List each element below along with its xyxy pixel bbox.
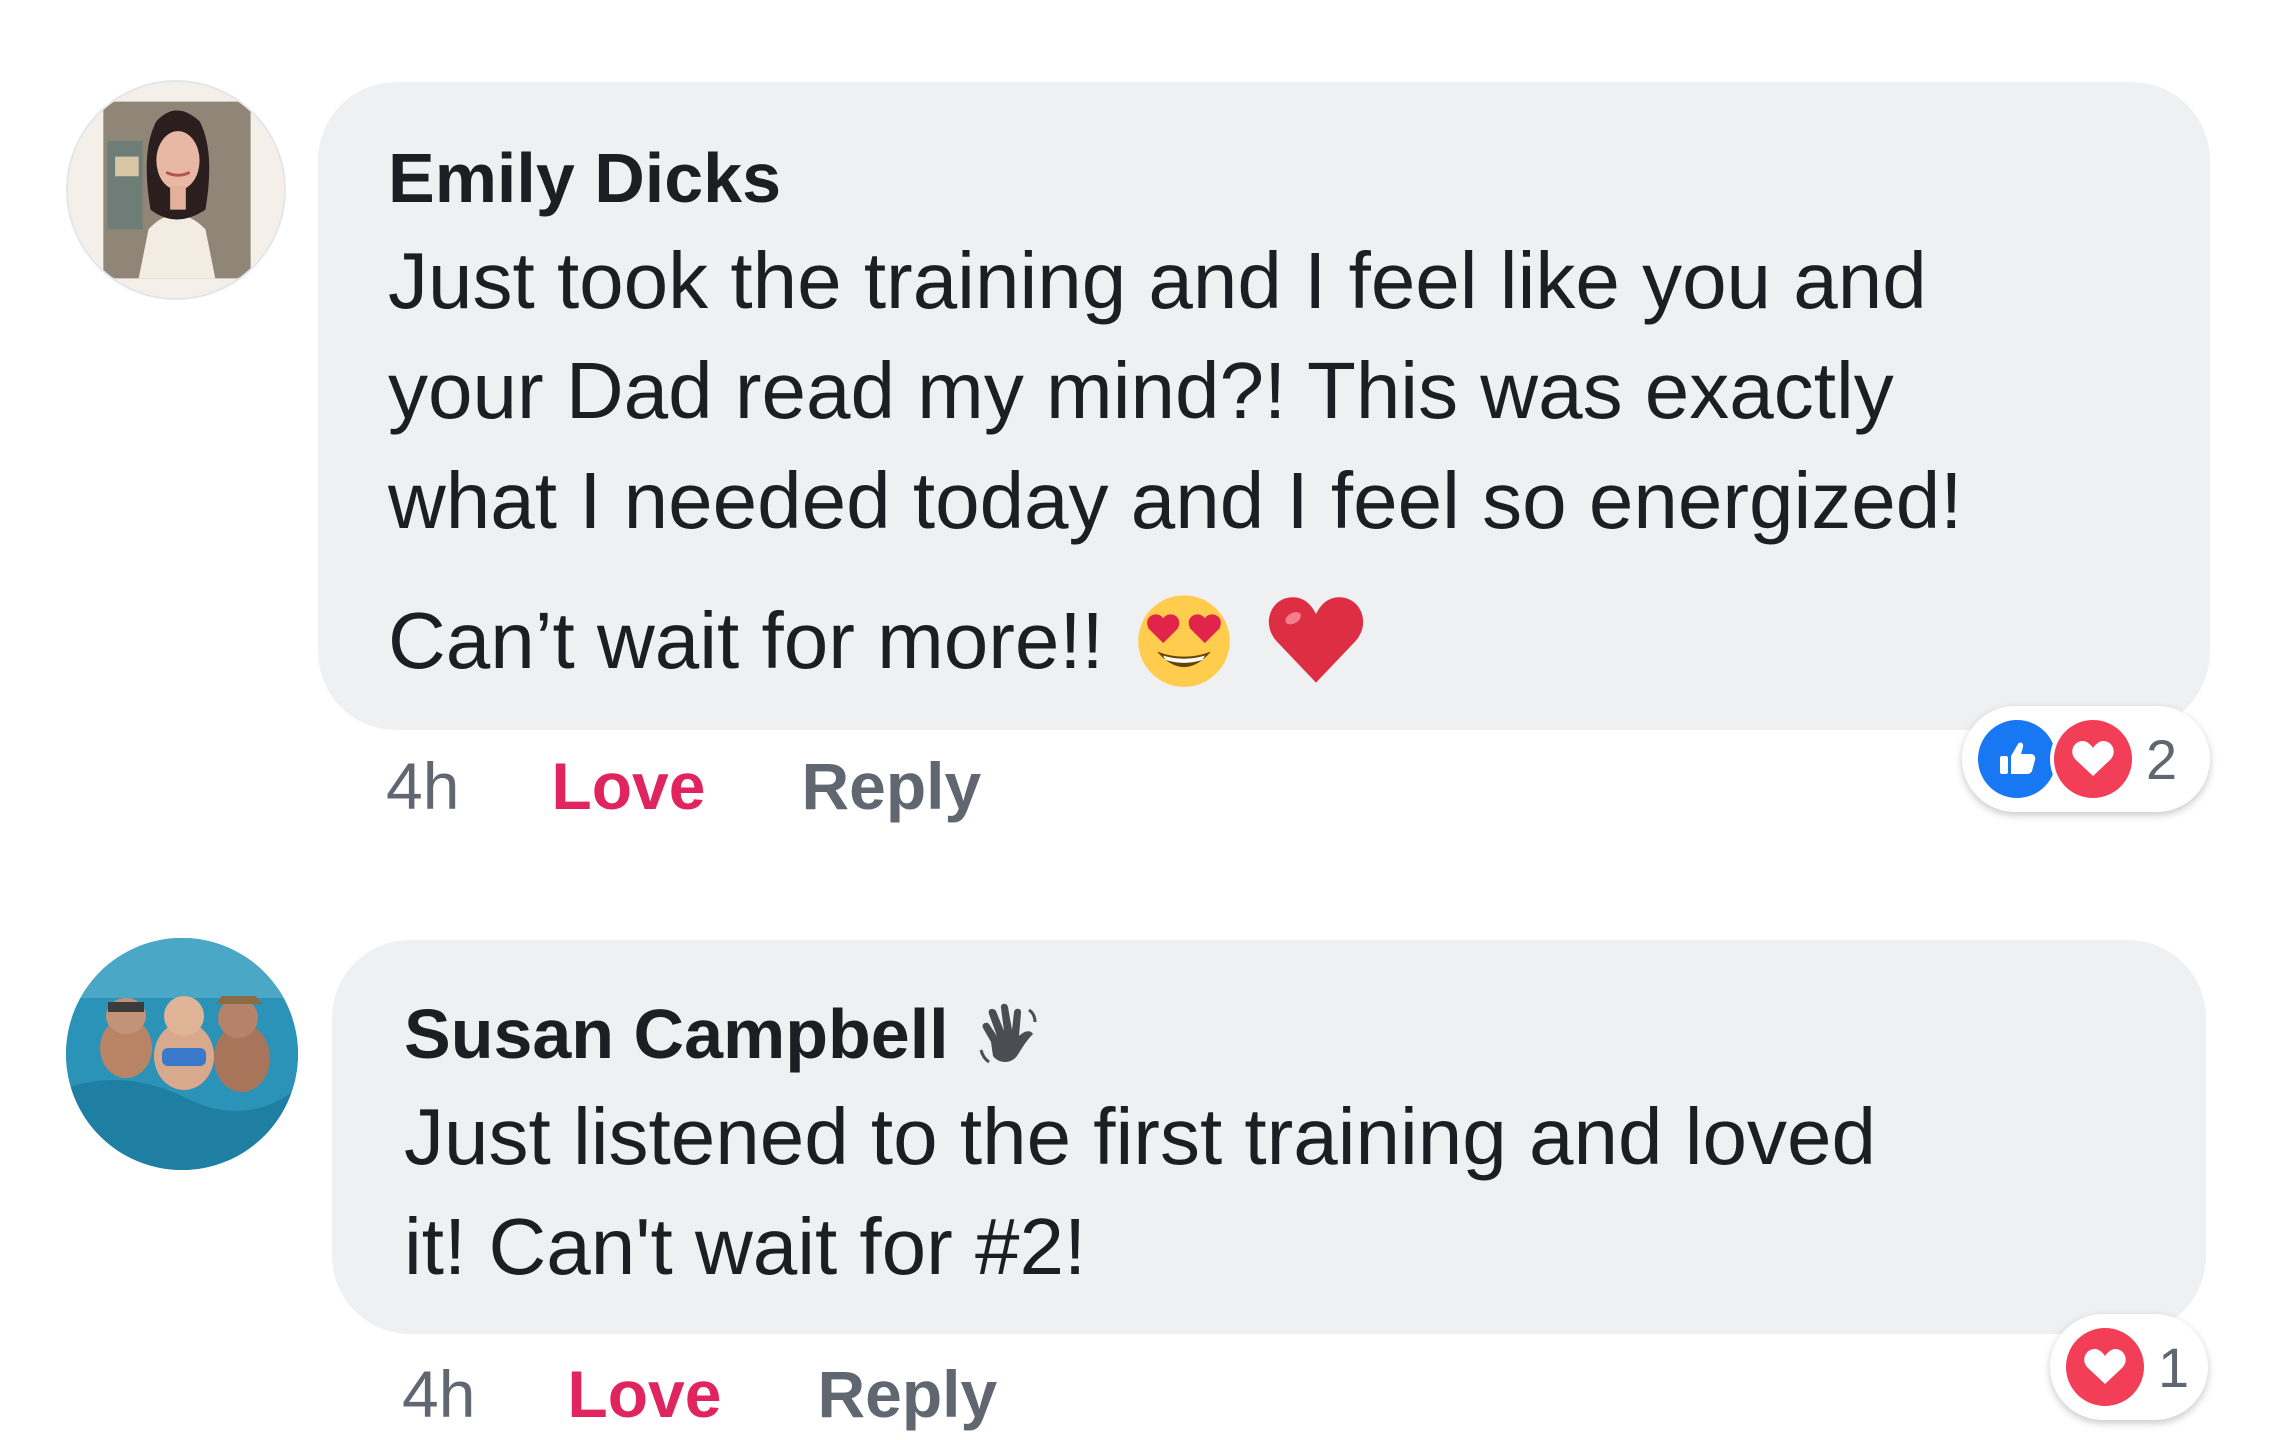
heart-icon	[2050, 716, 2136, 802]
comment-actions: 4h Love Reply	[402, 1354, 997, 1434]
comment-thread: Emily Dicks Just took the training and I…	[0, 0, 2274, 1440]
comment-author-row: Susan Campbell	[404, 986, 2146, 1082]
reaction-summary[interactable]: 2	[1962, 706, 2210, 812]
comment-bubble: Emily Dicks Just took the training and I…	[318, 82, 2210, 730]
comment-text-line: Just took the training and I feel like y…	[388, 236, 1927, 325]
comment-text-line: Can’t wait for more!!	[388, 586, 2150, 699]
reaction-summary[interactable]: 1	[2050, 1314, 2208, 1420]
profile-photo	[68, 82, 284, 298]
heart-eyes-emoji	[1132, 587, 1236, 691]
reply-button[interactable]: Reply	[817, 1354, 997, 1434]
comment-timestamp[interactable]: 4h	[386, 746, 459, 826]
comment-body: Just took the training and I feel like y…	[388, 226, 2150, 699]
comment-bubble: Susan Campbell Just listened to the firs…	[332, 940, 2206, 1334]
love-button[interactable]: Love	[567, 1354, 721, 1434]
reply-button[interactable]: Reply	[801, 746, 981, 826]
avatar[interactable]	[66, 938, 298, 1170]
comment-text-line: it! Can't wait for #2!	[404, 1202, 1087, 1291]
comment-timestamp[interactable]: 4h	[402, 1354, 475, 1434]
comment-text-line: what I needed today and I feel so energi…	[388, 456, 1963, 545]
like-icon	[1974, 716, 2060, 802]
reaction-count: 2	[2146, 727, 2178, 791]
heart-icon	[2062, 1324, 2148, 1410]
comment-author[interactable]: Emily Dicks	[388, 130, 2150, 226]
love-button[interactable]: Love	[551, 746, 705, 826]
comment-body: Just listened to the first training and …	[404, 1082, 2146, 1302]
comment-text-line: your Dad read my mind?! This was exactly	[388, 346, 1894, 435]
comment-text-last: Can’t wait for more!!	[388, 596, 1104, 685]
comment-text-line: Just listened to the first training and …	[404, 1092, 1876, 1181]
avatar[interactable]	[66, 80, 286, 300]
comment-author[interactable]: Susan Campbell	[404, 986, 949, 1082]
reaction-count: 1	[2158, 1335, 2190, 1399]
waving-hand-icon	[973, 998, 1045, 1070]
profile-photo	[66, 938, 298, 1170]
red-heart-emoji	[1264, 587, 1368, 691]
comment-actions: 4h Love Reply	[386, 746, 981, 826]
